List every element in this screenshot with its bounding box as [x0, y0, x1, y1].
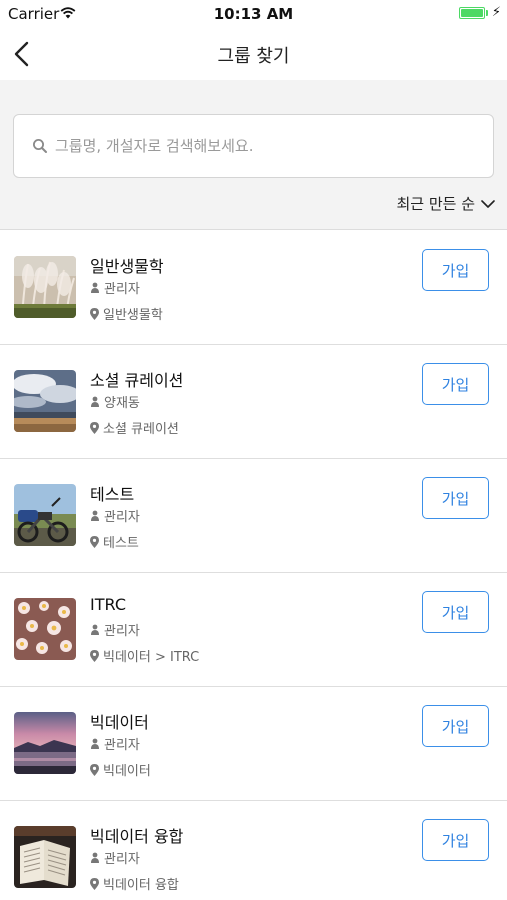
- group-name: 테스트: [90, 485, 135, 504]
- group-row[interactable]: 소셜 큐레이션 양재동 소셜 큐레이션 가입: [0, 345, 507, 459]
- group-category: 빅데이터: [90, 760, 151, 779]
- search-icon: [33, 139, 47, 153]
- join-button[interactable]: 가입: [422, 477, 489, 519]
- sort-label: 최근 만든 순: [396, 195, 475, 213]
- group-owner-label: 관리자: [104, 624, 140, 639]
- group-category: 테스트: [90, 532, 139, 551]
- group-row[interactable]: 테스트 관리자 테스트 가입: [0, 459, 507, 573]
- search-box[interactable]: [13, 114, 494, 178]
- location-pin-icon: [90, 421, 99, 434]
- join-button[interactable]: 가입: [422, 819, 489, 861]
- group-owner: 관리자: [90, 278, 140, 297]
- battery-cap: [486, 10, 488, 16]
- group-thumbnail-open-book: [14, 826, 76, 888]
- location-pin-icon: [90, 307, 99, 320]
- search-section: 최근 만든 순: [0, 80, 507, 230]
- person-icon: [91, 510, 99, 521]
- nav-bar: 그룹 찾기: [0, 28, 507, 80]
- group-category-label: 빅데이터 > ITRC: [103, 650, 200, 665]
- group-owner-label: 관리자: [104, 852, 140, 867]
- group-category: 빅데이터 융합: [90, 874, 179, 893]
- group-category: 소셜 큐레이션: [90, 418, 179, 437]
- group-owner: 관리자: [90, 506, 140, 525]
- status-bar: Carrier 10:13 AM ⚡: [0, 0, 507, 28]
- group-thumbnail-motorcycle: [14, 484, 76, 546]
- group-name: 빅데이터 융합: [90, 827, 184, 846]
- sort-dropdown[interactable]: 최근 만든 순: [396, 193, 495, 214]
- group-row[interactable]: ITRC 관리자 빅데이터 > ITRC 가입: [0, 573, 507, 687]
- join-button[interactable]: 가입: [422, 705, 489, 747]
- group-category-label: 빅데이터 융합: [103, 878, 179, 893]
- location-pin-icon: [90, 763, 99, 776]
- search-input[interactable]: [55, 137, 475, 155]
- group-name: 빅데이터: [90, 713, 149, 732]
- group-list: 일반생물학 관리자 일반생물학 가입 소셜 큐레이션 양재동 소셜 큐레이션 가…: [0, 231, 507, 900]
- status-time: 10:13 AM: [213, 5, 294, 23]
- person-icon: [91, 852, 99, 863]
- group-category-label: 빅데이터: [103, 764, 151, 779]
- group-category-label: 일반생물학: [103, 308, 163, 323]
- page-title: 그룹 찾기: [217, 46, 290, 67]
- group-owner: 관리자: [90, 848, 140, 867]
- group-owner: 양재동: [90, 392, 140, 411]
- group-owner: 관리자: [90, 734, 140, 753]
- group-thumbnail-cloudy-sky: [14, 370, 76, 432]
- person-icon: [91, 282, 99, 293]
- location-pin-icon: [90, 535, 99, 548]
- location-pin-icon: [90, 877, 99, 890]
- person-icon: [91, 624, 99, 635]
- group-owner-label: 양재동: [104, 396, 140, 411]
- group-owner-label: 관리자: [104, 510, 140, 525]
- join-button[interactable]: 가입: [422, 363, 489, 405]
- location-pin-icon: [90, 649, 99, 662]
- group-name: 일반생물학: [90, 257, 164, 276]
- chevron-down-icon: [481, 199, 495, 208]
- group-thumbnail-flowers: [14, 598, 76, 660]
- group-category-label: 소셜 큐레이션: [103, 422, 179, 437]
- group-category-label: 테스트: [103, 536, 139, 551]
- group-owner-label: 관리자: [104, 282, 140, 297]
- group-name: 소셜 큐레이션: [90, 371, 184, 390]
- group-row[interactable]: 일반생물학 관리자 일반생물학 가입: [0, 231, 507, 345]
- group-row[interactable]: 빅데이터 관리자 빅데이터 가입: [0, 687, 507, 801]
- person-icon: [91, 396, 99, 407]
- group-thumbnail-pampas-grass: [14, 256, 76, 318]
- group-category: 빅데이터 > ITRC: [90, 646, 199, 665]
- person-icon: [91, 738, 99, 749]
- join-button[interactable]: 가입: [422, 591, 489, 633]
- charging-icon: ⚡: [491, 5, 501, 20]
- group-owner-label: 관리자: [104, 738, 140, 753]
- group-name: ITRC: [90, 595, 126, 614]
- join-button[interactable]: 가입: [422, 249, 489, 291]
- group-row[interactable]: 빅데이터 융합 관리자 빅데이터 융합 가입: [0, 801, 507, 900]
- battery-icon: [459, 7, 485, 19]
- group-category: 일반생물학: [90, 304, 163, 323]
- group-owner: 관리자: [90, 620, 140, 639]
- group-thumbnail-sunset-lake: [14, 712, 76, 774]
